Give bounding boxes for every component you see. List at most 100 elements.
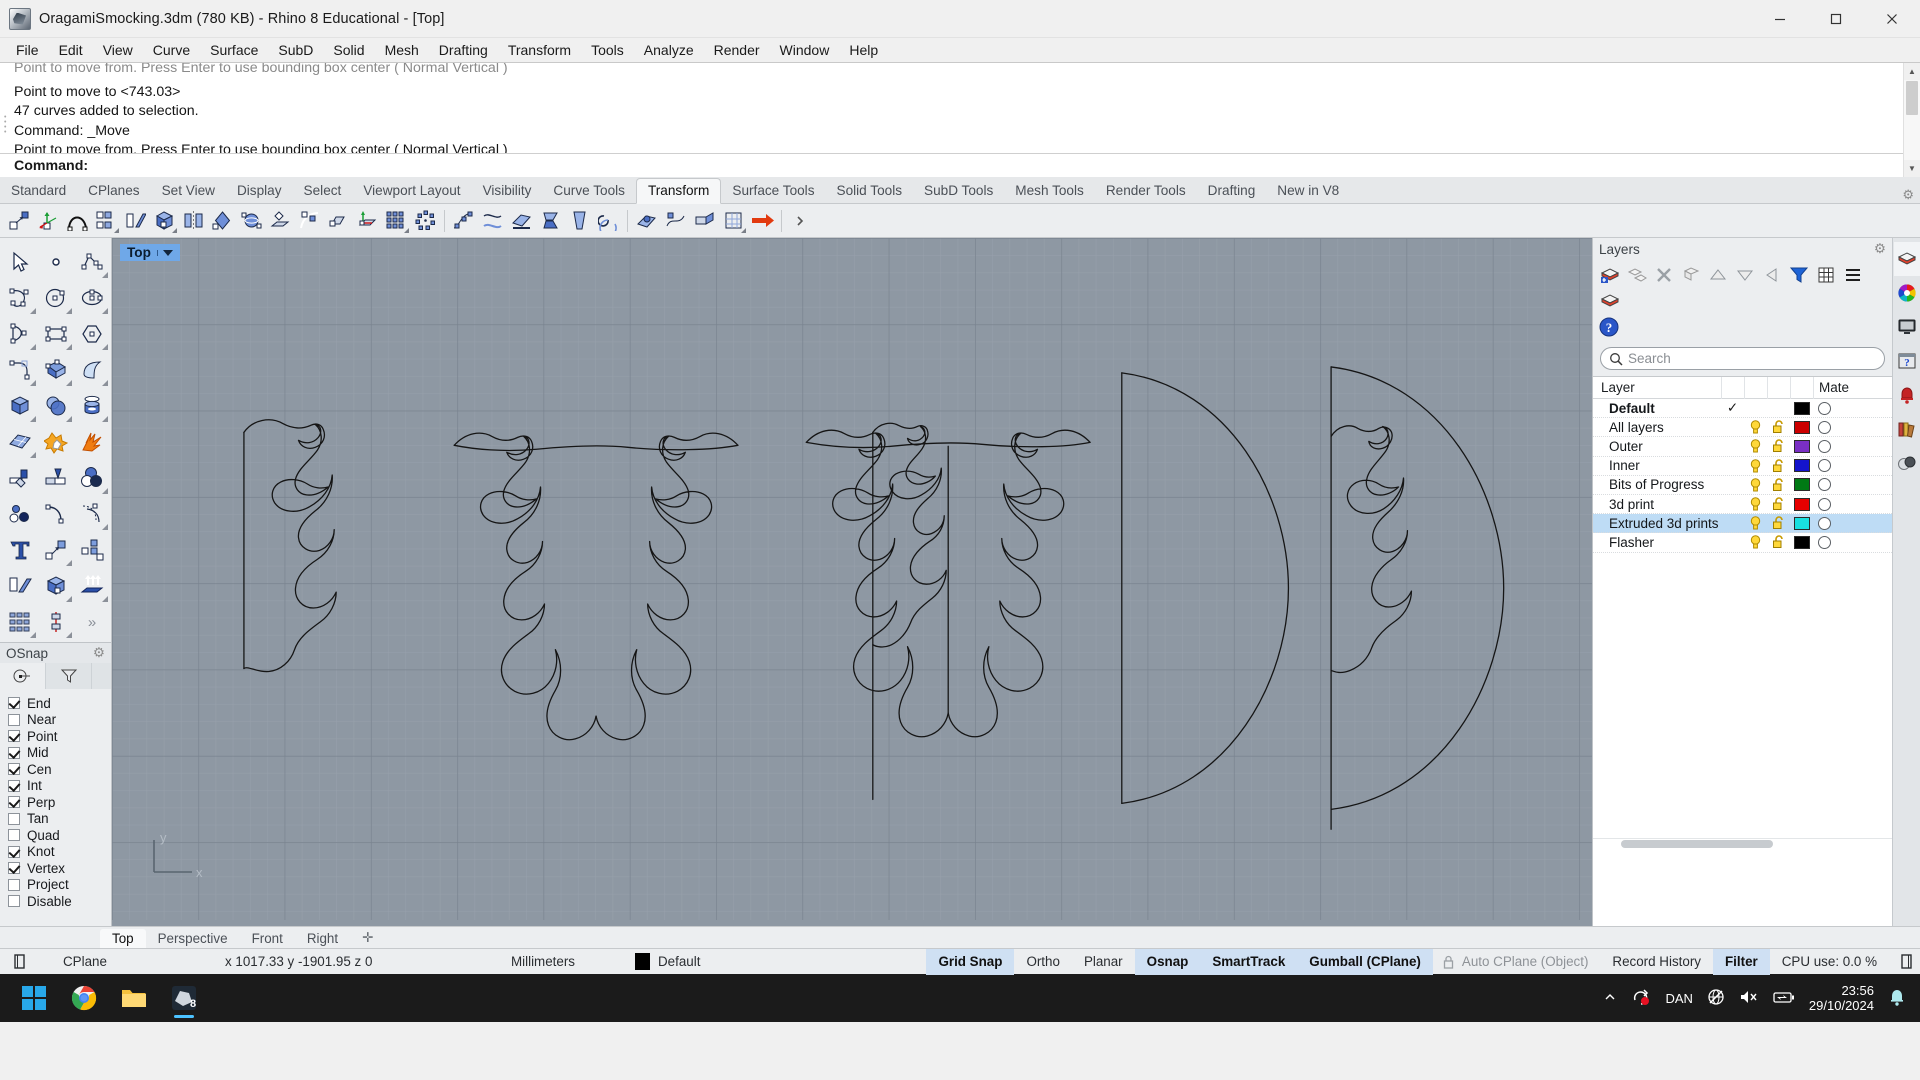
toggle-grid-snap[interactable]: Grid Snap (926, 948, 1015, 975)
table-row[interactable]: Extruded 3d prints (1593, 514, 1892, 534)
network-offline-icon[interactable] (1707, 988, 1725, 1009)
visibility-cell[interactable] (1744, 478, 1767, 492)
rotate-icon[interactable] (209, 207, 236, 234)
box-icon[interactable] (2, 388, 38, 424)
rectangle-icon[interactable] (38, 316, 74, 352)
osnap-option-perp[interactable]: Perp (8, 794, 111, 811)
booleans-icon[interactable] (74, 460, 110, 496)
display-icon[interactable] (1894, 310, 1920, 344)
material-circle[interactable] (1818, 478, 1831, 492)
lock-cell[interactable] (1767, 478, 1790, 492)
ellipse-icon[interactable] (74, 280, 110, 316)
checkbox[interactable] (8, 829, 20, 842)
polygon-icon[interactable] (74, 316, 110, 352)
viewport-tab-front[interactable]: Front (240, 929, 295, 948)
material-circle[interactable] (1818, 535, 1831, 549)
menu-drafting[interactable]: Drafting (429, 39, 498, 61)
menu-edit[interactable]: Edit (49, 39, 93, 61)
viewport-top[interactable]: Top y x (112, 238, 1592, 926)
new-sublayer-icon[interactable] (1624, 262, 1650, 287)
split-icon[interactable] (38, 460, 74, 496)
command-history[interactable]: Point to move from. Press Enter to use b… (0, 63, 1920, 153)
tab-visibility[interactable]: Visibility (472, 179, 543, 203)
lock-cell[interactable] (1767, 497, 1790, 511)
osnap-option-project[interactable]: Project (8, 877, 111, 894)
array-grid-icon[interactable] (74, 532, 110, 568)
filter-tab-icon[interactable] (46, 663, 92, 689)
flow-icon[interactable] (479, 207, 506, 234)
tab-render-tools[interactable]: Render Tools (1095, 179, 1197, 203)
checkbox[interactable] (8, 812, 20, 825)
osnap-option-knot[interactable]: Knot (8, 844, 111, 861)
scrollbar-thumb[interactable] (1906, 81, 1918, 115)
project-to-cplane-icon[interactable] (267, 207, 294, 234)
move-icon[interactable] (6, 207, 33, 234)
twist-icon[interactable] (537, 207, 564, 234)
cplane-icon[interactable] (0, 949, 33, 975)
gear-icon[interactable]: ⚙ (93, 645, 105, 661)
materials-icon[interactable] (1894, 446, 1920, 480)
command-prompt[interactable]: Command: (0, 153, 1920, 177)
checkbox[interactable] (8, 796, 20, 809)
color-swatch[interactable] (1793, 459, 1810, 473)
material-circle[interactable] (1818, 516, 1831, 530)
viewport-label[interactable]: Top (120, 244, 180, 261)
array-linear-icon[interactable] (383, 207, 410, 234)
menu-analyze[interactable]: Analyze (634, 39, 704, 61)
tab-cplanes[interactable]: CPlanes (77, 179, 150, 203)
battery-icon[interactable] (1773, 990, 1795, 1007)
sporph-icon[interactable] (662, 207, 689, 234)
surface-from-curves-icon[interactable] (38, 352, 74, 388)
column-visibility[interactable] (1744, 376, 1767, 399)
cplane-arrow-icon[interactable] (749, 207, 776, 234)
visibility-cell[interactable] (1744, 420, 1767, 434)
taskbar-clock[interactable]: 23:56 29/10/2024 (1809, 983, 1874, 1013)
scrollbar-thumb[interactable] (1621, 840, 1773, 848)
table-row[interactable]: Inner (1593, 457, 1892, 476)
rotate-3d-icon[interactable] (238, 207, 265, 234)
language-indicator[interactable]: DAN (1665, 991, 1692, 1006)
menu-help[interactable]: Help (839, 39, 888, 61)
set-pt-icon[interactable] (296, 207, 323, 234)
menu-solid[interactable]: Solid (323, 39, 374, 61)
smash-icon[interactable] (508, 207, 535, 234)
color-cell[interactable] (1790, 497, 1813, 511)
osnap-option-int[interactable]: Int (8, 778, 111, 795)
table-row[interactable]: Bits of Progress (1593, 476, 1892, 495)
toggle-planar[interactable]: Planar (1072, 949, 1135, 975)
extrude-icon[interactable] (2, 568, 38, 604)
tab-surface-tools[interactable]: Surface Tools (721, 179, 825, 203)
record-history-toggle[interactable]: Record History (1600, 949, 1713, 975)
cplane-label[interactable]: CPlane (33, 949, 213, 975)
shear-icon[interactable] (325, 207, 352, 234)
mirror-plane-icon[interactable] (180, 207, 207, 234)
mirror-icon[interactable] (122, 207, 149, 234)
fillet-curve-icon[interactable] (2, 352, 38, 388)
rhino-taskbar-icon[interactable]: 8 (162, 976, 206, 1020)
material-cell[interactable] (1813, 497, 1836, 511)
color-swatch[interactable] (1793, 420, 1810, 434)
tab-display[interactable]: Display (226, 179, 293, 203)
material-cell[interactable] (1813, 516, 1836, 530)
bend-icon[interactable] (64, 207, 91, 234)
layers-rail-icon[interactable] (1893, 242, 1920, 276)
chevron-up-icon[interactable] (1603, 990, 1617, 1007)
help-icon[interactable]: ? (1597, 314, 1888, 339)
color-cell[interactable] (1790, 420, 1813, 434)
resize-grip-icon[interactable] (1889, 949, 1920, 975)
taper-icon[interactable] (566, 207, 593, 234)
solid-tools-icon[interactable] (38, 568, 74, 604)
file-explorer-icon[interactable] (112, 976, 156, 1020)
tab-drafting[interactable]: Drafting (1197, 179, 1267, 203)
osnap-option-quad[interactable]: Quad (8, 827, 111, 844)
material-circle[interactable] (1818, 420, 1831, 434)
visibility-cell[interactable] (1744, 458, 1767, 473)
chevron-down-icon[interactable] (156, 249, 178, 256)
column-color[interactable] (1790, 376, 1813, 399)
material-circle[interactable] (1818, 497, 1831, 511)
table-row[interactable]: Outer (1593, 437, 1892, 457)
toggle-gumball[interactable]: Gumball (CPlane) (1297, 948, 1433, 975)
units-label[interactable]: Millimeters (463, 949, 623, 975)
menu-subd[interactable]: SubD (268, 39, 323, 61)
lock-cell[interactable] (1767, 458, 1790, 473)
